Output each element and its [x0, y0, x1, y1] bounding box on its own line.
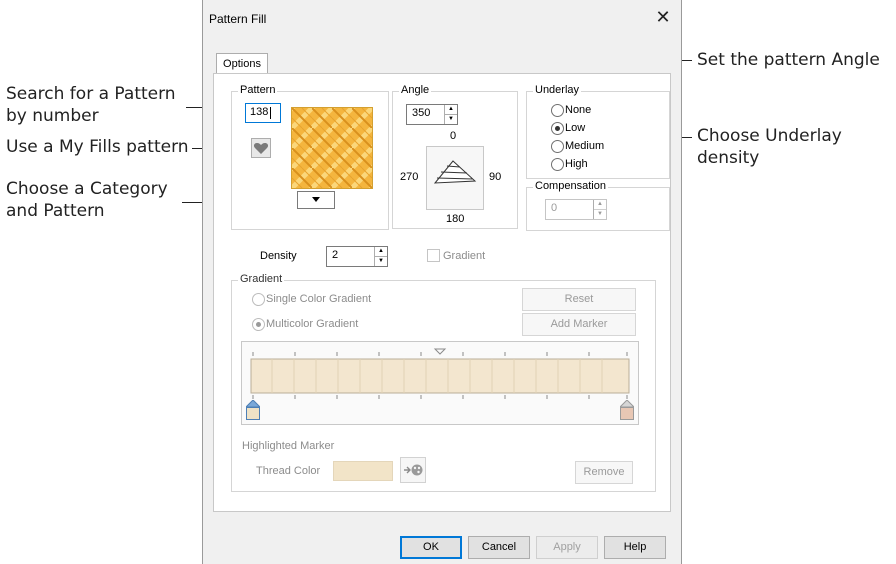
pattern-fill-dialog: Pattern Fill ✕ Options Pattern 138 Angle…: [202, 0, 682, 564]
annotation-search-line2: by number: [6, 106, 99, 126]
angle-spin-buttons[interactable]: ▲ ▼: [444, 105, 457, 124]
annotation-myfills: Use a My Fills pattern: [6, 137, 189, 157]
highlighted-marker-label: Highlighted Marker: [242, 440, 335, 452]
pattern-number-value: 138: [250, 106, 269, 118]
annotation-category-line2: and Pattern: [6, 201, 105, 221]
gradient-ruler: [250, 348, 630, 399]
remove-button[interactable]: Remove: [575, 461, 633, 484]
underlay-group: Underlay: [526, 84, 670, 179]
density-label: Density: [260, 250, 297, 262]
annotation-search-line1: Search for a Pattern: [6, 84, 176, 104]
underlay-low-radio[interactable]: [551, 122, 564, 135]
single-color-gradient-radio[interactable]: [252, 293, 265, 306]
spin-down-icon[interactable]: ▼: [445, 114, 457, 124]
single-color-gradient-label[interactable]: Single Color Gradient: [266, 293, 371, 305]
pattern-preview-image: [292, 108, 372, 188]
angle-dial-180: 180: [446, 213, 465, 225]
underlay-none-label[interactable]: None: [565, 104, 591, 116]
spin-up-icon[interactable]: ▲: [594, 200, 606, 209]
annotation-underlay-line2: density: [697, 148, 760, 168]
options-panel: Pattern 138 Angle 350 ▲ ▼ 0 270 90 180 U…: [213, 73, 671, 512]
ok-button[interactable]: OK: [400, 536, 462, 559]
angle-value: 350: [412, 107, 431, 119]
underlay-medium-label[interactable]: Medium: [565, 140, 604, 152]
compensation-spin-buttons[interactable]: ▲ ▼: [593, 200, 606, 219]
angle-spinner[interactable]: 350 ▲ ▼: [406, 104, 458, 125]
gradient-marker-left[interactable]: [244, 399, 262, 420]
reset-button[interactable]: Reset: [522, 288, 636, 311]
add-marker-button[interactable]: Add Marker: [522, 313, 636, 336]
density-spinner[interactable]: 2 ▲ ▼: [326, 246, 388, 267]
compensation-value: 0: [551, 202, 558, 214]
angle-dial-90: 90: [489, 171, 502, 183]
annotation-search-pattern: Search for a Pattern by number: [6, 83, 176, 127]
apply-button[interactable]: Apply: [536, 536, 598, 559]
angle-group-label: Angle: [399, 84, 432, 96]
pattern-group-label: Pattern: [238, 84, 278, 96]
marker-icon: [244, 399, 262, 420]
annotation-underlay-line1: Choose Underlay: [697, 126, 842, 146]
category-dropdown-button[interactable]: [297, 191, 335, 209]
marker-icon: [618, 399, 636, 420]
gradient-group-label: Gradient: [238, 273, 285, 285]
cancel-button[interactable]: Cancel: [468, 536, 530, 559]
angle-dial-0: 0: [450, 130, 457, 142]
myfills-button[interactable]: [251, 138, 271, 158]
compensation-spinner[interactable]: 0 ▲ ▼: [545, 199, 607, 220]
angle-dial-270: 270: [400, 171, 419, 183]
underlay-high-radio[interactable]: [551, 158, 564, 171]
thread-color-picker-button[interactable]: [400, 457, 426, 483]
density-spin-buttons[interactable]: ▲ ▼: [374, 247, 387, 266]
density-value: 2: [332, 249, 339, 261]
underlay-low-label[interactable]: Low: [565, 122, 585, 134]
spin-up-icon[interactable]: ▲: [375, 247, 387, 256]
annotation-category: Choose a Category and Pattern: [6, 178, 168, 222]
color-palette-icon: [404, 464, 423, 476]
dialog-title: Pattern Fill: [209, 12, 267, 26]
spin-down-icon[interactable]: ▼: [375, 256, 387, 266]
underlay-high-label[interactable]: High: [565, 158, 588, 170]
underlay-group-label: Underlay: [533, 84, 582, 96]
multicolor-gradient-label[interactable]: Multicolor Gradient: [266, 318, 358, 330]
heart-icon: [253, 143, 269, 154]
underlay-medium-radio[interactable]: [551, 140, 564, 153]
thread-color-swatch[interactable]: [333, 461, 393, 481]
thread-color-label: Thread Color: [256, 465, 321, 477]
pattern-number-field[interactable]: 138: [245, 103, 281, 123]
multicolor-gradient-radio[interactable]: [252, 318, 265, 331]
compensation-group-label: Compensation: [533, 180, 608, 192]
gradient-checkbox-label[interactable]: Gradient: [443, 250, 485, 262]
gradient-editor[interactable]: [241, 341, 639, 425]
help-button[interactable]: Help: [604, 536, 666, 559]
underlay-none-radio[interactable]: [551, 104, 564, 117]
annotation-category-line1: Choose a Category: [6, 179, 168, 199]
pattern-preview: [291, 107, 373, 189]
tab-options[interactable]: Options: [216, 53, 268, 74]
annotation-underlay: Choose Underlay density: [697, 125, 842, 169]
angle-dial[interactable]: [426, 146, 484, 210]
close-icon[interactable]: ✕: [651, 6, 675, 30]
triangle-down-icon: [312, 197, 320, 202]
gradient-marker-right[interactable]: [618, 399, 636, 420]
spin-up-icon[interactable]: ▲: [445, 105, 457, 114]
annotation-angle: Set the pattern Angle: [697, 50, 880, 70]
text-caret: [270, 107, 271, 119]
angle-preview-icon: [433, 160, 477, 184]
gradient-checkbox[interactable]: [427, 249, 440, 262]
spin-down-icon[interactable]: ▼: [594, 209, 606, 219]
